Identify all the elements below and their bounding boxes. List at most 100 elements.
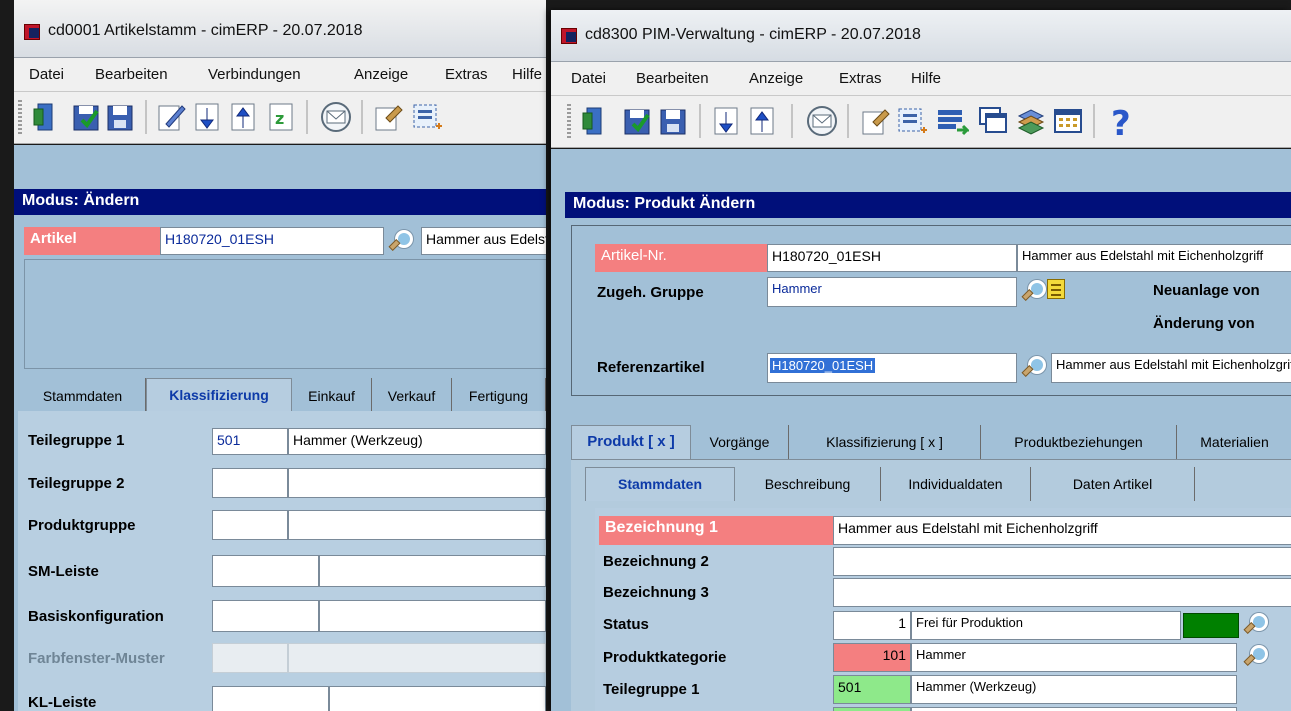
- main-tab-strip: Produkt [ x ] Vorgänge Klassifizierung […: [571, 425, 1291, 459]
- notes-icon[interactable]: [1047, 279, 1065, 299]
- kl-leiste-desc: [329, 686, 546, 711]
- save-check-icon[interactable]: [70, 100, 104, 134]
- toolbar-grip[interactable]: [567, 104, 571, 138]
- gruppe-input[interactable]: Hammer: [767, 277, 1017, 307]
- menu-anzeige[interactable]: Anzeige: [749, 70, 803, 87]
- teilegruppe2-label: Teilegruppe 2: [28, 475, 125, 492]
- search-icon[interactable]: [1243, 612, 1268, 634]
- artikel-nr-input[interactable]: H180720_01ESH: [767, 244, 1017, 272]
- title-bar[interactable]: cd8300 PIM-Verwaltung - cimERP - 20.07.2…: [551, 10, 1291, 62]
- tab-materialien[interactable]: Materialien: [1177, 425, 1291, 459]
- menu-hilfe[interactable]: Hilfe: [911, 70, 941, 87]
- kl-leiste-code[interactable]: [212, 686, 329, 711]
- menu-datei[interactable]: Datei: [571, 70, 606, 87]
- toolbar-grip[interactable]: [18, 100, 22, 134]
- new-list-icon[interactable]: [895, 104, 929, 138]
- mode-bar: Modus: Produkt Ändern: [565, 192, 1291, 218]
- tab-produkt[interactable]: Produkt [ x ]: [571, 425, 691, 459]
- teilegruppe1-description: Hammer (Werkzeug): [911, 675, 1237, 704]
- menu-extras[interactable]: Extras: [839, 70, 882, 87]
- bezeichnung3-input[interactable]: [833, 578, 1291, 607]
- tab-klassifizierung[interactable]: Klassifizierung [ x ]: [789, 425, 981, 459]
- teilegruppe2-code[interactable]: [833, 707, 911, 711]
- tab-produktbeziehungen[interactable]: Produktbeziehungen: [981, 425, 1177, 459]
- bezeichnung2-input[interactable]: [833, 547, 1291, 576]
- teilegruppe1-label: Teilegruppe 1: [28, 432, 125, 449]
- search-icon[interactable]: [1021, 279, 1046, 301]
- exit-icon[interactable]: [579, 104, 613, 138]
- toolbar: z: [14, 92, 546, 144]
- referenz-description: Hammer aus Edelstahl mit Eichenholzgriff: [1051, 353, 1291, 383]
- search-icon[interactable]: [1243, 644, 1268, 666]
- basiskonfiguration-code[interactable]: [212, 600, 319, 632]
- arrow-down-icon[interactable]: [190, 100, 224, 134]
- toolbar-separator: [306, 100, 308, 134]
- save-check-icon[interactable]: [621, 104, 655, 138]
- search-icon[interactable]: [1021, 355, 1046, 377]
- windows-icon[interactable]: [977, 104, 1011, 138]
- save-icon[interactable]: [657, 104, 691, 138]
- tab-fertigung[interactable]: Fertigung: [452, 378, 546, 412]
- exit-icon[interactable]: [30, 100, 64, 134]
- books-icon[interactable]: [1015, 104, 1049, 138]
- import-list-icon[interactable]: [935, 104, 971, 138]
- refresh-icon[interactable]: z: [264, 100, 298, 134]
- arrow-down-icon[interactable]: [709, 104, 743, 138]
- menu-extras[interactable]: Extras: [445, 66, 488, 83]
- properties-icon[interactable]: [859, 104, 893, 138]
- referenz-input[interactable]: H180720_01ESH: [767, 353, 1017, 383]
- window-title: cd8300 PIM-Verwaltung - cimERP - 20.07.2…: [585, 26, 921, 43]
- menu-hilfe[interactable]: Hilfe: [512, 66, 542, 83]
- produktkategorie-label: Produktkategorie: [603, 649, 727, 666]
- status-label: Status: [603, 616, 649, 633]
- artikelstamm-window: cd0001 Artikelstamm - cimERP - 20.07.201…: [14, 0, 546, 711]
- search-icon[interactable]: [388, 229, 413, 251]
- basiskonfiguration-label: Basiskonfiguration: [28, 608, 164, 625]
- teilegruppe1-desc: Hammer (Werkzeug): [288, 428, 546, 455]
- app-icon: [561, 28, 577, 44]
- edit-icon[interactable]: [154, 100, 188, 134]
- new-list-icon[interactable]: [410, 100, 444, 134]
- produktgruppe-label: Produktgruppe: [28, 517, 136, 534]
- tab-klassifizierung[interactable]: Klassifizierung: [146, 378, 292, 412]
- help-icon[interactable]: ?: [1105, 104, 1139, 144]
- title-bar[interactable]: cd0001 Artikelstamm - cimERP - 20.07.201…: [14, 0, 546, 58]
- menu-bar: Datei Bearbeiten Anzeige Extras Hilfe: [551, 62, 1291, 96]
- artikel-description: Hammer aus Edelstahl mit Eichenholzgriff: [421, 227, 546, 255]
- tab-verkauf[interactable]: Verkauf: [372, 378, 452, 412]
- menu-datei[interactable]: Datei: [29, 66, 64, 83]
- mail-icon[interactable]: [805, 104, 839, 138]
- status-code[interactable]: 1: [833, 611, 911, 640]
- tab-vorgaenge[interactable]: Vorgänge: [691, 425, 789, 459]
- toolbar-separator: [791, 104, 793, 138]
- sm-leiste-code[interactable]: [212, 555, 319, 587]
- teilegruppe1-code[interactable]: 501: [833, 675, 911, 704]
- teilegruppe1-code[interactable]: 501: [212, 428, 288, 455]
- produktgruppe-code[interactable]: [212, 510, 288, 540]
- neuanlage-label: Neuanlage von: [1153, 282, 1260, 299]
- subtab-beschreibung[interactable]: Beschreibung: [735, 467, 881, 501]
- mail-icon[interactable]: [319, 100, 353, 134]
- menu-bearbeiten[interactable]: Bearbeiten: [636, 70, 709, 87]
- subtab-individualdaten[interactable]: Individualdaten: [881, 467, 1031, 501]
- artikel-nr-description: Hammer aus Edelstahl mit Eichenholzgriff: [1017, 244, 1291, 272]
- artikel-input[interactable]: H180720_01ESH: [160, 227, 384, 255]
- artikel-nr-label: Artikel-Nr.: [595, 244, 767, 272]
- tab-stammdaten[interactable]: Stammdaten: [20, 378, 146, 412]
- teilegruppe2-code[interactable]: [212, 468, 288, 498]
- referenz-label: Referenzartikel: [597, 359, 705, 376]
- menu-verbindungen[interactable]: Verbindungen: [208, 66, 301, 83]
- menu-bearbeiten[interactable]: Bearbeiten: [95, 66, 168, 83]
- subtab-stammdaten[interactable]: Stammdaten: [585, 467, 735, 501]
- subtab-daten-artikel[interactable]: Daten Artikel: [1031, 467, 1195, 501]
- menu-anzeige[interactable]: Anzeige: [354, 66, 408, 83]
- grid-icon[interactable]: [1051, 104, 1085, 138]
- bezeichnung1-input[interactable]: Hammer aus Edelstahl mit Eichenholzgriff: [833, 516, 1291, 545]
- produktkategorie-code[interactable]: 101: [833, 643, 911, 672]
- tab-einkauf[interactable]: Einkauf: [292, 378, 372, 412]
- info-panel: [24, 259, 546, 369]
- save-icon[interactable]: [104, 100, 138, 134]
- arrow-up-icon[interactable]: [745, 104, 779, 138]
- properties-icon[interactable]: [372, 100, 406, 134]
- arrow-up-icon[interactable]: [226, 100, 260, 134]
